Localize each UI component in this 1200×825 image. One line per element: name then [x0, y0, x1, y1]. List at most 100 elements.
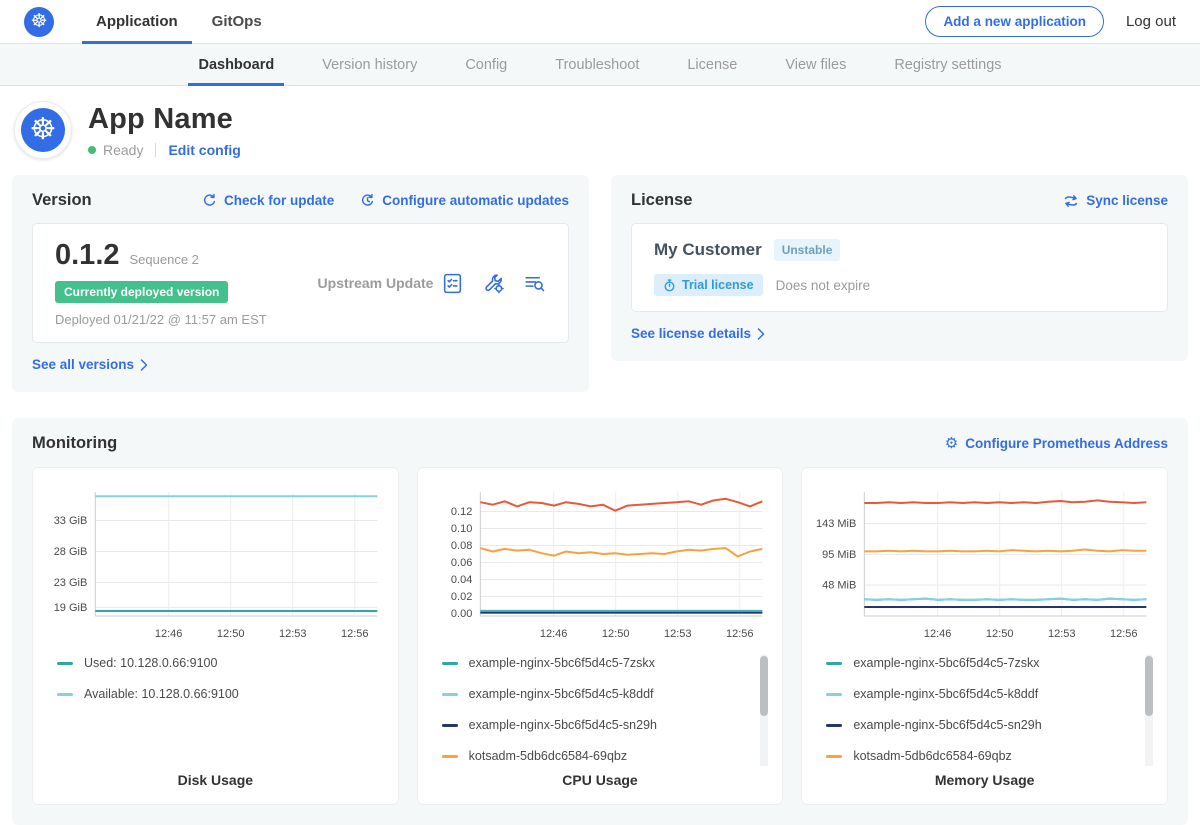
- see-license-details-link[interactable]: See license details: [631, 326, 765, 341]
- update-type-label: Upstream Update: [310, 275, 441, 291]
- check-for-update-link[interactable]: Check for update: [202, 193, 334, 208]
- clock-refresh-icon: [360, 193, 375, 208]
- legend-swatch-icon: [826, 724, 842, 727]
- version-heading: Version: [32, 191, 92, 210]
- svg-text:12:53: 12:53: [279, 628, 307, 640]
- version-card: Version Check for update: [12, 175, 589, 392]
- svg-text:12:53: 12:53: [664, 628, 692, 640]
- legend-item: example-nginx-5bc6f5d4c5-k8ddf: [826, 687, 1135, 701]
- sync-license-label: Sync license: [1086, 193, 1168, 208]
- tab-troubleshoot-label: Troubleshoot: [555, 57, 639, 73]
- license-type-label: Trial license: [682, 278, 754, 292]
- legend-item: example-nginx-5bc6f5d4c5-k8ddf: [442, 687, 751, 701]
- chart-legend: example-nginx-5bc6f5d4c5-7zskx example-ng…: [442, 656, 751, 763]
- currently-deployed-badge: Currently deployed version: [55, 281, 228, 303]
- svg-text:12:50: 12:50: [986, 628, 1014, 640]
- svg-text:0.10: 0.10: [451, 523, 472, 535]
- page-title: App Name: [88, 103, 241, 136]
- tab-gitops[interactable]: GitOps: [198, 0, 276, 43]
- svg-text:12:46: 12:46: [924, 628, 952, 640]
- svg-text:0.06: 0.06: [451, 557, 472, 569]
- svg-text:28 GiB: 28 GiB: [54, 546, 88, 558]
- cpu-usage-card: 0.000.020.040.060.080.100.1212:4612:5012…: [417, 467, 784, 805]
- monitoring-heading: Monitoring: [32, 434, 117, 453]
- legend-scrollbar[interactable]: [760, 654, 768, 766]
- see-all-versions-label: See all versions: [32, 357, 134, 372]
- svg-text:0.08: 0.08: [451, 540, 472, 552]
- refresh-icon: [202, 193, 217, 208]
- scrollbar-thumb[interactable]: [760, 656, 768, 716]
- license-heading: License: [631, 191, 692, 210]
- legend-swatch-icon: [442, 724, 458, 727]
- legend-swatch-icon: [442, 693, 458, 696]
- channel-badge: Unstable: [774, 239, 841, 261]
- legend-label: kotsadm-5db6dc6584-69qbz: [469, 749, 627, 763]
- top-nav: ☸ Application GitOps Add a new applicati…: [0, 0, 1200, 44]
- chevron-right-icon: [757, 328, 765, 340]
- stopwatch-icon: [663, 279, 676, 292]
- chevron-right-icon: [140, 359, 148, 371]
- view-files-icon[interactable]: [523, 272, 546, 295]
- tab-application[interactable]: Application: [82, 0, 192, 43]
- status-text: Ready: [103, 142, 143, 158]
- chart-title: Disk Usage: [43, 766, 388, 792]
- svg-text:48 MiB: 48 MiB: [822, 580, 856, 592]
- tab-license-label: License: [687, 57, 737, 73]
- legend-swatch-icon: [826, 693, 842, 696]
- svg-text:0.04: 0.04: [451, 574, 472, 586]
- preflight-checks-icon[interactable]: [441, 272, 464, 295]
- legend-swatch-icon: [57, 693, 73, 696]
- legend-swatch-icon: [442, 755, 458, 758]
- tab-troubleshoot[interactable]: Troubleshoot: [545, 44, 649, 85]
- disk-usage-card: 19 GiB23 GiB28 GiB33 GiB12:4612:5012:531…: [32, 467, 399, 805]
- svg-text:0.00: 0.00: [451, 608, 472, 620]
- legend-item: example-nginx-5bc6f5d4c5-sn29h: [442, 718, 751, 732]
- edit-config-link[interactable]: Edit config: [168, 142, 240, 158]
- tab-registry-settings[interactable]: Registry settings: [884, 44, 1011, 85]
- deployed-timestamp: Deployed 01/21/22 @ 11:57 am EST: [55, 312, 310, 327]
- svg-text:33 GiB: 33 GiB: [54, 515, 88, 527]
- configure-prometheus-link[interactable]: ⚙ Configure Prometheus Address: [945, 436, 1168, 451]
- svg-text:0.02: 0.02: [451, 591, 472, 603]
- config-wrench-icon[interactable]: [482, 272, 505, 295]
- customer-name: My Customer: [654, 240, 762, 260]
- scrollbar-thumb[interactable]: [1145, 656, 1153, 716]
- tab-license[interactable]: License: [677, 44, 747, 85]
- tab-application-label: Application: [96, 13, 178, 30]
- tab-version-history[interactable]: Version history: [312, 44, 427, 85]
- legend-item: Used: 10.128.0.66:9100: [57, 656, 366, 670]
- legend-item: kotsadm-5db6dc6584-69qbz: [826, 749, 1135, 763]
- logout-button[interactable]: Log out: [1126, 13, 1176, 30]
- svg-text:12:53: 12:53: [1048, 628, 1076, 640]
- legend-label: Available: 10.128.0.66:9100: [84, 687, 239, 701]
- legend-item: kotsadm-5db6dc6584-69qbz: [442, 749, 751, 763]
- see-all-versions-link[interactable]: See all versions: [32, 357, 148, 372]
- tab-view-files[interactable]: View files: [775, 44, 856, 85]
- svg-text:143 MiB: 143 MiB: [816, 518, 856, 530]
- license-panel: My Customer Unstable Trial license Does …: [631, 223, 1168, 312]
- app-sub-nav: Dashboard Version history Config Trouble…: [0, 44, 1200, 86]
- sync-license-link[interactable]: Sync license: [1063, 193, 1168, 208]
- tab-gitops-label: GitOps: [212, 13, 262, 30]
- svg-text:12:50: 12:50: [217, 628, 245, 640]
- memory-usage-card: 48 MiB95 MiB143 MiB12:4612:5012:5312:56 …: [801, 467, 1168, 805]
- configure-prometheus-label: Configure Prometheus Address: [965, 436, 1168, 451]
- legend-item: example-nginx-5bc6f5d4c5-sn29h: [826, 718, 1135, 732]
- svg-text:12:46: 12:46: [540, 628, 568, 640]
- legend-label: example-nginx-5bc6f5d4c5-k8ddf: [469, 687, 654, 701]
- tab-version-history-label: Version history: [322, 57, 417, 73]
- configure-automatic-updates-link[interactable]: Configure automatic updates: [360, 193, 569, 208]
- monitoring-card: Monitoring ⚙ Configure Prometheus Addres…: [12, 418, 1188, 825]
- app-logo: ☸: [14, 101, 72, 159]
- cpu-usage-chart: 0.000.020.040.060.080.100.1212:4612:5012…: [428, 482, 773, 644]
- svg-text:12:50: 12:50: [602, 628, 630, 640]
- add-new-application-button[interactable]: Add a new application: [925, 6, 1104, 37]
- see-license-details-label: See license details: [631, 326, 751, 341]
- svg-text:12:56: 12:56: [1110, 628, 1138, 640]
- tab-config[interactable]: Config: [455, 44, 517, 85]
- legend-scrollbar[interactable]: [1145, 654, 1153, 766]
- tab-dashboard[interactable]: Dashboard: [188, 44, 284, 85]
- legend-label: example-nginx-5bc6f5d4c5-7zskx: [469, 656, 655, 670]
- license-card: License Sync license My Customer Unstabl…: [611, 175, 1188, 361]
- legend-swatch-icon: [442, 662, 458, 665]
